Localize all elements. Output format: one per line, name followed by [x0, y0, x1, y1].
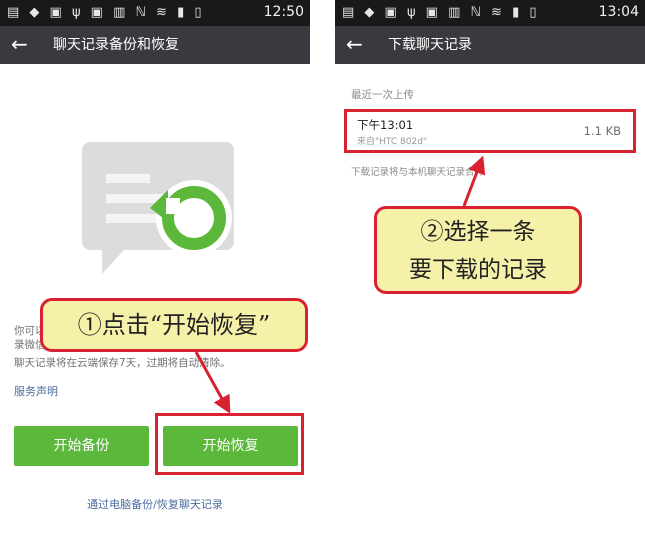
- status-time: 13:04: [598, 4, 639, 20]
- callout-step-2: ②选择一条 要下载的记录: [374, 206, 582, 294]
- status-icons: ▤ ◆ ▣ ψ ▣ ▥ ℕ ≋ ▮ ▯: [342, 5, 540, 20]
- highlight-box-record: [344, 109, 636, 153]
- page-title: 聊天记录备份和恢复: [53, 37, 179, 53]
- callout-step-2-line-1: ②选择一条: [420, 219, 536, 245]
- retention-text: 聊天记录将在云端保存7天，过期将自动清除。: [14, 357, 231, 369]
- toolbar: ← 聊天记录备份和恢复: [0, 26, 310, 64]
- highlight-box-restore: [155, 413, 304, 475]
- back-arrow-icon[interactable]: ←: [11, 32, 28, 56]
- section-label: 最近一次上传: [351, 89, 414, 101]
- start-backup-button[interactable]: 开始备份: [14, 426, 149, 466]
- status-icons: ▤ ◆ ▣ ψ ▣ ▥ ℕ ≋ ▮ ▯: [7, 5, 205, 20]
- pc-backup-link[interactable]: 通过电脑备份/恢复聊天记录: [0, 496, 310, 512]
- status-time: 12:50: [263, 4, 304, 20]
- chat-restore-icon: [76, 138, 236, 288]
- callout-step-2-line-2: 要下载的记录: [409, 257, 547, 283]
- service-statement-link[interactable]: 服务声明: [14, 383, 58, 399]
- merge-note: 下载记录将与本机聊天记录合并: [351, 167, 485, 178]
- status-bar: ▤ ◆ ▣ ψ ▣ ▥ ℕ ≋ ▮ ▯ 13:04: [335, 0, 645, 26]
- back-arrow-icon[interactable]: ←: [346, 32, 363, 56]
- toolbar: ← 下载聊天记录: [335, 26, 645, 64]
- page-title: 下载聊天记录: [388, 37, 472, 53]
- status-bar: ▤ ◆ ▣ ψ ▣ ▥ ℕ ≋ ▮ ▯ 12:50: [0, 0, 310, 26]
- callout-step-1: ①点击“开始恢复”: [40, 298, 308, 352]
